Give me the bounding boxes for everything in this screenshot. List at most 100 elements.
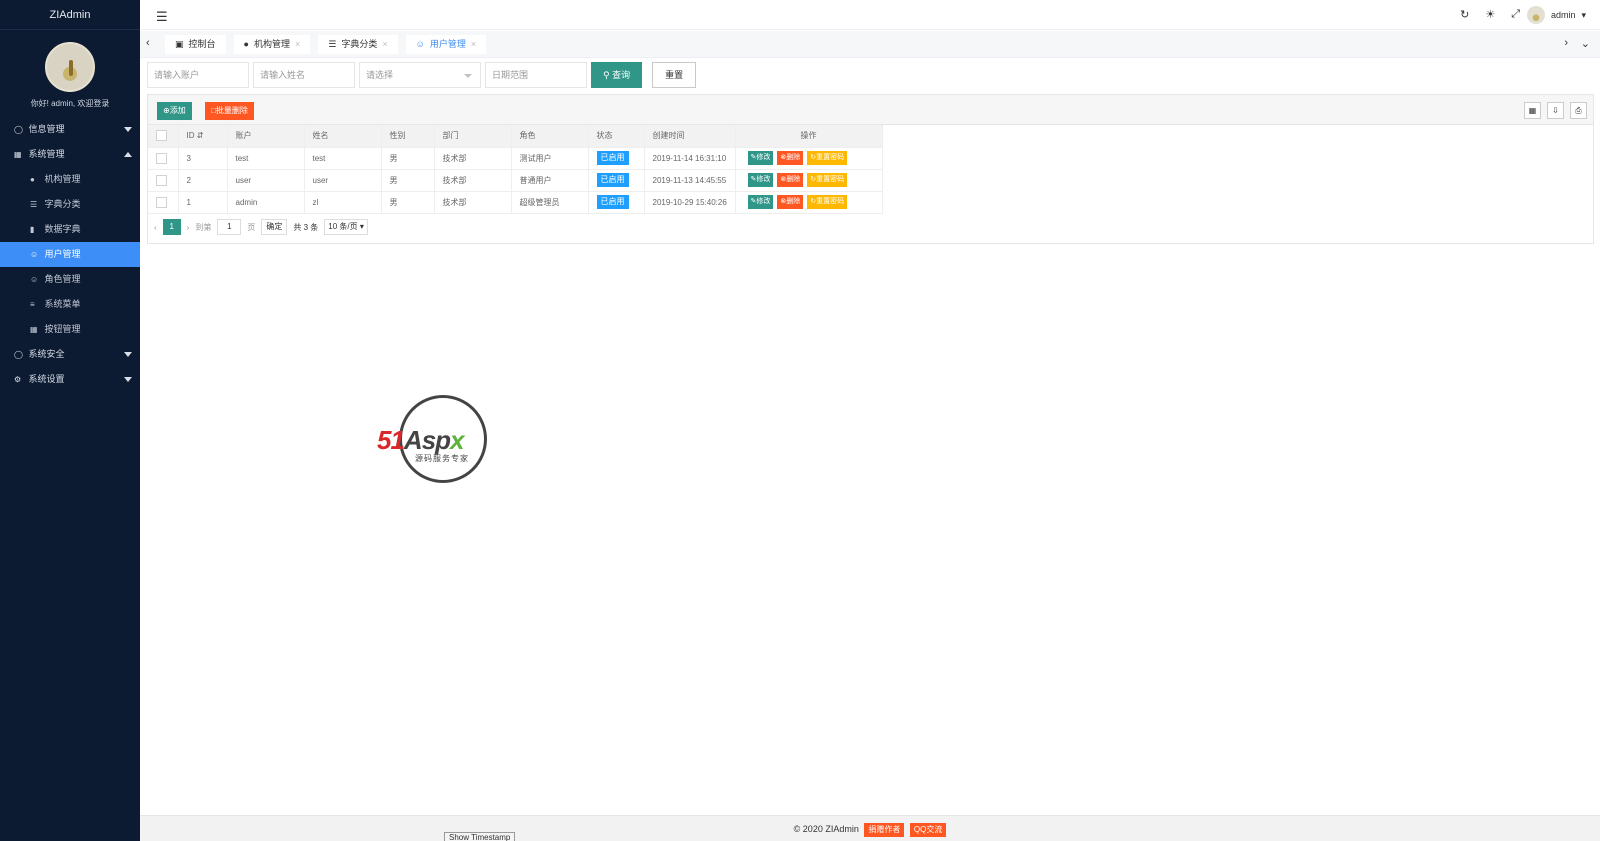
username: admin bbox=[1550, 10, 1576, 20]
columns-icon[interactable]: ▦ bbox=[1524, 102, 1541, 119]
sidebar-item-dict-category[interactable]: ☰ 字典分类 bbox=[0, 192, 140, 217]
sidebar-item-org[interactable]: ● 机构管理 bbox=[0, 167, 140, 192]
batch-delete-button[interactable]: □批量删除 bbox=[205, 102, 254, 120]
sidebar-item-system[interactable]: ▦ 系统管理 bbox=[0, 142, 140, 167]
account-input[interactable]: 请输入账户 bbox=[147, 62, 249, 88]
status-badge[interactable]: 已启用 bbox=[596, 195, 629, 209]
sort-icon[interactable]: ⇵ bbox=[197, 131, 204, 140]
sidebar-item-roles[interactable]: ☺ 角色管理 bbox=[0, 267, 140, 292]
edit-button[interactable]: ✎修改 bbox=[747, 151, 774, 165]
col-gender: 性别 bbox=[381, 125, 435, 148]
cell-id: 1 bbox=[178, 191, 228, 214]
cell-name: test bbox=[304, 147, 382, 170]
next-page-icon[interactable]: › bbox=[187, 223, 190, 232]
qq-button[interactable]: QQ交流 bbox=[909, 823, 947, 837]
app-root: ZIAdmin 你好! admin, 欢迎登录 ◯ 信息管理 ▦ 系统管理 ● … bbox=[0, 0, 1600, 841]
tree-icon: ☰ bbox=[328, 39, 337, 49]
show-timestamp-button[interactable]: Show Timestamp bbox=[444, 832, 516, 841]
close-icon[interactable]: × bbox=[471, 35, 476, 54]
delete-button[interactable]: ⊗删除 bbox=[777, 151, 804, 165]
add-button[interactable]: ⊕添加 bbox=[157, 102, 192, 120]
tab-dashboard[interactable]: ▣ 控制台 bbox=[165, 35, 226, 54]
cell-name: user bbox=[304, 169, 382, 192]
avatar bbox=[1526, 6, 1545, 24]
donate-button[interactable]: 捐赠作者 bbox=[864, 823, 905, 837]
tab-users[interactable]: ☺ 用户管理 × bbox=[405, 35, 487, 54]
row-checkbox[interactable] bbox=[156, 174, 167, 186]
status-badge[interactable]: 已启用 bbox=[596, 151, 629, 165]
query-button[interactable]: ⚲ 查询 bbox=[591, 62, 643, 88]
row-checkbox[interactable] bbox=[156, 196, 167, 208]
list-icon: ≡ bbox=[30, 300, 35, 309]
delete-button[interactable]: ⊗删除 bbox=[777, 173, 804, 187]
table-toolbar: ⊕添加 □批量删除 ▦ ⇩ ⎙ bbox=[148, 95, 1593, 125]
fullscreen-icon[interactable]: ⤢ bbox=[1511, 8, 1520, 21]
name-input[interactable]: 请输入姓名 bbox=[253, 62, 355, 88]
tab-list: ▣ 控制台 ● 机构管理 × ☰ 字典分类 × ☺ 用户管理 × bbox=[165, 35, 487, 54]
apps-icon: ▦ bbox=[30, 325, 38, 334]
menu-toggle-icon[interactable]: ☰ bbox=[156, 9, 168, 25]
user-menu[interactable]: admin ▾ bbox=[1526, 6, 1586, 24]
select-all-checkbox[interactable] bbox=[156, 130, 167, 142]
cell-created: 2019-11-14 16:31:10 bbox=[644, 147, 736, 170]
delete-button[interactable]: ⊗删除 bbox=[777, 195, 804, 209]
page-number-current[interactable]: 1 bbox=[162, 219, 181, 235]
sidebar-item-menus[interactable]: ≡ 系统菜单 bbox=[0, 292, 140, 317]
close-icon[interactable]: × bbox=[382, 35, 387, 54]
chevron-right-icon[interactable]: › bbox=[1564, 37, 1568, 49]
sidebar-item-settings[interactable]: ⚙ 系统设置 bbox=[0, 367, 140, 392]
avatar[interactable] bbox=[45, 42, 95, 92]
col-account: 账户 bbox=[227, 125, 305, 148]
col-name: 姓名 bbox=[304, 125, 382, 148]
table-row: 2 user user 男 技术部 普通用户 已启用 2019-11-13 14… bbox=[148, 169, 883, 192]
sidebar-item-users[interactable]: ☺ 用户管理 bbox=[0, 242, 140, 267]
page-size-select[interactable]: 10 条/页 ▾ bbox=[324, 219, 368, 235]
col-id[interactable]: ID ⇵ bbox=[178, 125, 228, 148]
bar-chart-icon: ▮ bbox=[30, 225, 35, 234]
chevron-down-icon: ▾ bbox=[359, 222, 364, 231]
sidebar-item-security[interactable]: ◯ 系统安全 bbox=[0, 342, 140, 367]
tab-dict-category[interactable]: ☰ 字典分类 × bbox=[318, 35, 398, 54]
logo-tagline: 源码服务专家 bbox=[415, 454, 469, 463]
status-select[interactable]: 请选择 bbox=[359, 62, 481, 88]
col-dept: 部门 bbox=[434, 125, 512, 148]
user-role-icon: ☺ bbox=[30, 275, 39, 284]
cell-gender: 男 bbox=[381, 147, 435, 170]
tab-org[interactable]: ● 机构管理 × bbox=[233, 35, 311, 54]
page-jump-input[interactable]: 1 bbox=[217, 219, 242, 235]
chevron-down-icon[interactable]: ⌄ bbox=[1581, 37, 1590, 50]
sidebar-item-dict-data[interactable]: ▮ 数据字典 bbox=[0, 217, 140, 242]
shield-icon: ◯ bbox=[14, 350, 23, 359]
status-badge[interactable]: 已启用 bbox=[596, 173, 629, 187]
cell-gender: 男 bbox=[381, 191, 435, 214]
welcome-text: 你好! admin, 欢迎登录 bbox=[30, 99, 110, 108]
refresh-icon[interactable]: ↻ bbox=[1460, 8, 1469, 21]
row-checkbox[interactable] bbox=[156, 152, 167, 164]
reset-password-button[interactable]: ↻重置密码 bbox=[807, 173, 848, 187]
cell-name: zl bbox=[304, 191, 382, 214]
col-actions: 操作 bbox=[735, 125, 883, 148]
page-unit-label: 页 bbox=[247, 222, 256, 232]
chevron-down-icon: ▾ bbox=[1581, 9, 1586, 20]
cell-account: user bbox=[227, 169, 305, 192]
date-range-input[interactable]: 日期范围 bbox=[485, 62, 587, 88]
export-icon[interactable]: ⇩ bbox=[1547, 102, 1564, 119]
sidebar-menu: ◯ 信息管理 ▦ 系统管理 ● 机构管理 ☰ 字典分类 ▮ 数据字典 ☺ 用户管… bbox=[0, 117, 140, 392]
reset-password-button[interactable]: ↻重置密码 bbox=[807, 195, 848, 209]
chevron-left-icon[interactable]: ‹ bbox=[146, 37, 150, 49]
chevron-down-icon bbox=[124, 377, 132, 382]
cell-id: 3 bbox=[178, 147, 228, 170]
edit-button[interactable]: ✎修改 bbox=[747, 173, 774, 187]
reset-password-button[interactable]: ↻重置密码 bbox=[807, 151, 848, 165]
close-icon[interactable]: × bbox=[295, 35, 300, 54]
sidebar-item-info[interactable]: ◯ 信息管理 bbox=[0, 117, 140, 142]
reset-button[interactable]: 重置 bbox=[652, 62, 697, 88]
theme-icon[interactable]: ☀ bbox=[1485, 8, 1495, 21]
cell-role: 超级管理员 bbox=[511, 191, 589, 214]
page-jump-button[interactable]: 确定 bbox=[261, 219, 288, 235]
prev-page-icon[interactable]: ‹ bbox=[154, 223, 157, 232]
edit-button[interactable]: ✎修改 bbox=[747, 195, 774, 209]
sidebar-item-buttons[interactable]: ▦ 按钮管理 bbox=[0, 317, 140, 342]
cell-created: 2019-10-29 15:40:26 bbox=[644, 191, 736, 214]
print-icon[interactable]: ⎙ bbox=[1570, 102, 1587, 119]
